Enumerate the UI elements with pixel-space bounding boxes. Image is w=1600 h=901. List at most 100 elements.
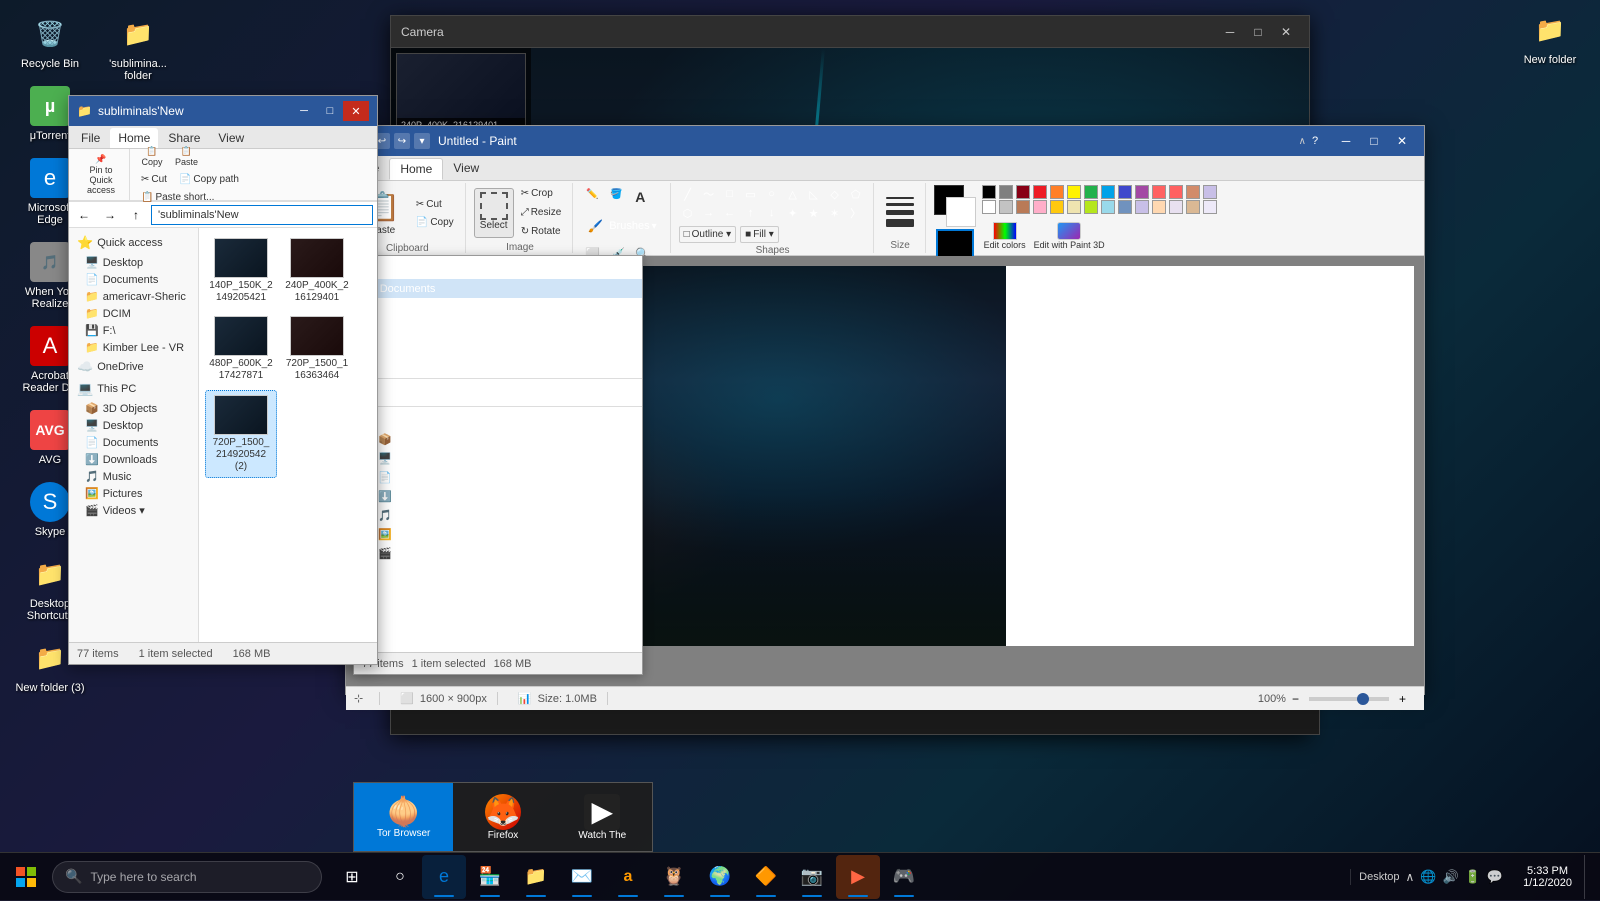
- mini-nav-f[interactable]: 💾 F:\: [354, 336, 642, 355]
- shape-arrow-right[interactable]: →: [700, 204, 718, 222]
- taskbar-mail-btn[interactable]: ✉️: [560, 855, 604, 899]
- file-item-240p[interactable]: 240P_400K_216129401: [281, 234, 353, 308]
- shape-hexagon[interactable]: ⬡: [679, 204, 697, 222]
- paint-maximize-button[interactable]: □: [1360, 131, 1388, 151]
- swatch-22[interactable]: [1118, 200, 1132, 214]
- taskbar-clock[interactable]: 5:33 PM 1/12/2020: [1515, 865, 1580, 889]
- text-button[interactable]: A: [629, 185, 651, 209]
- shape-diamond[interactable]: ◇: [826, 185, 844, 203]
- shape-star5[interactable]: ★: [805, 204, 823, 222]
- zoom-slider[interactable]: [1309, 697, 1389, 701]
- swatch-3[interactable]: [1033, 185, 1047, 199]
- mini-nav-americavr[interactable]: 📁 americavr-Sheric: [354, 298, 642, 317]
- explorer-menu-file[interactable]: File: [73, 128, 108, 148]
- outline-button[interactable]: □ Outline ▾: [679, 226, 737, 243]
- size-line-2[interactable]: [886, 203, 914, 206]
- zoom-in-button[interactable]: +: [1399, 692, 1406, 706]
- show-desktop-button[interactable]: [1584, 855, 1592, 899]
- forward-button[interactable]: →: [99, 205, 121, 225]
- swatch-4[interactable]: [1050, 185, 1064, 199]
- mini-nav-desktop2[interactable]: 🖥️ Desktop: [354, 449, 642, 468]
- swatch-1[interactable]: [999, 185, 1013, 199]
- explorer-close-button[interactable]: ✕: [343, 101, 369, 121]
- cut-button[interactable]: ✂ Cut: [411, 196, 459, 213]
- mini-nav-documents[interactable]: 📄 Documents: [354, 279, 642, 298]
- exp-cut-button[interactable]: ✂ Cut: [136, 171, 172, 188]
- nav-desktop2[interactable]: 🖥️ Desktop: [69, 417, 198, 434]
- taskbar-tripadvisor-btn[interactable]: 🦉: [652, 855, 696, 899]
- file-item-720p-2[interactable]: 720P_1500_214920542 (2): [205, 390, 277, 478]
- select-button[interactable]: Select: [474, 188, 514, 238]
- taskbar-media-btn[interactable]: ▶: [836, 855, 880, 899]
- shape-star6[interactable]: ✶: [826, 204, 844, 222]
- tray-watch[interactable]: ▶ Watch The: [553, 783, 652, 851]
- brushes-button[interactable]: 🖌️ Brushes ▾: [581, 211, 663, 241]
- swatch-2[interactable]: [1016, 185, 1030, 199]
- mini-nav-dcim[interactable]: 📁 DCIM: [354, 317, 642, 336]
- nav-dcim[interactable]: 📁 DCIM: [69, 305, 198, 322]
- shape-rect[interactable]: □: [721, 185, 739, 203]
- mini-thumb-240p[interactable]: 240P_400K_216129401: [396, 53, 526, 133]
- shape-rtriangle[interactable]: ◺: [805, 185, 823, 203]
- nav-onedrive[interactable]: ☁️ OneDrive: [69, 356, 198, 378]
- copy-button[interactable]: 📄 Copy: [411, 214, 459, 231]
- color1-preview[interactable]: [936, 229, 974, 259]
- chevron-up-icon[interactable]: ∧: [1406, 870, 1415, 884]
- tray-tor-browser[interactable]: 🧅 Tor Browser: [354, 783, 453, 851]
- swatch-6[interactable]: [1084, 185, 1098, 199]
- swatch-24[interactable]: [1152, 200, 1166, 214]
- zoom-out-button[interactable]: −: [1292, 692, 1299, 706]
- back-button[interactable]: ←: [73, 205, 95, 225]
- camera-close-button[interactable]: ✕: [1273, 22, 1299, 42]
- shape-roundrect[interactable]: ▭: [742, 185, 760, 203]
- swatch-16[interactable]: [1016, 200, 1030, 214]
- nav-documents2[interactable]: 📄 Documents: [69, 434, 198, 451]
- swatch-5[interactable]: [1067, 185, 1081, 199]
- explorer-maximize-button[interactable]: □: [317, 101, 343, 121]
- nav-desktop[interactable]: 🖥️ Desktop: [69, 254, 198, 271]
- notification-icon[interactable]: 💬: [1487, 869, 1503, 885]
- shape-pentagon[interactable]: ⬠: [847, 185, 865, 203]
- camera-minimize-button[interactable]: ─: [1217, 22, 1243, 42]
- mini-nav-skype[interactable]: 💬 Skype: [354, 260, 642, 279]
- size-line-1[interactable]: [886, 197, 914, 199]
- battery-icon[interactable]: 🔋: [1465, 869, 1481, 885]
- file-item-480p[interactable]: 480P_600K_217427871: [205, 312, 277, 386]
- nav-this-pc[interactable]: 💻 This PC: [69, 378, 198, 400]
- size-line-3[interactable]: [886, 210, 914, 215]
- mini-nav-pictures[interactable]: 🖼️ Pictures: [354, 525, 642, 544]
- nav-documents[interactable]: 📄 Documents: [69, 271, 198, 288]
- mini-nav-documents2[interactable]: 📄 Documents: [354, 468, 642, 487]
- shape-line[interactable]: ╱: [679, 185, 697, 203]
- paint-help-button[interactable]: ?: [1306, 132, 1324, 150]
- nav-americavr[interactable]: 📁 americavr-Sheric: [69, 288, 198, 305]
- paint-close-button[interactable]: ✕: [1388, 131, 1416, 151]
- mini-nav-music[interactable]: 🎵 Music: [354, 506, 642, 525]
- swatch-18[interactable]: [1050, 200, 1064, 214]
- swatch-25[interactable]: [1169, 200, 1183, 214]
- paint-menu-home[interactable]: Home: [389, 158, 443, 180]
- swatch-17[interactable]: [1033, 200, 1047, 214]
- swatch-21[interactable]: [1101, 200, 1115, 214]
- taskbar-cortana[interactable]: ○: [378, 855, 422, 899]
- mini-nav-kimber[interactable]: 📁 Kimber Lee - VR: [354, 355, 642, 374]
- edit-paint3d-button[interactable]: Edit with Paint 3D: [1032, 220, 1107, 252]
- swatch-8[interactable]: [1118, 185, 1132, 199]
- swatch-15[interactable]: [999, 200, 1013, 214]
- nav-downloads[interactable]: ⬇️ Downloads: [69, 451, 198, 468]
- shape-triangle[interactable]: △: [784, 185, 802, 203]
- size-line-4[interactable]: [886, 219, 914, 227]
- taskbar-browser-btn[interactable]: 🌍: [698, 855, 742, 899]
- swatch-9[interactable]: [1135, 185, 1149, 199]
- swatch-20[interactable]: [1084, 200, 1098, 214]
- taskbar-app2-btn[interactable]: 🎮: [882, 855, 926, 899]
- mini-nav-this-pc[interactable]: 💻 This PC: [354, 411, 642, 430]
- mini-nav-3dobjects[interactable]: 📦 3D Objects: [354, 430, 642, 449]
- address-bar[interactable]: 'subliminals'New: [151, 205, 373, 225]
- desktop-icon-new-folder-topright[interactable]: 📁 New folder: [1510, 10, 1590, 66]
- swatch-27[interactable]: [1203, 200, 1217, 214]
- edit-colors-button[interactable]: Edit colors: [982, 220, 1028, 252]
- file-item-140p[interactable]: 140P_150K_2149205421: [205, 234, 277, 308]
- paint-minimize-button[interactable]: ─: [1332, 131, 1360, 151]
- up-button[interactable]: ↑: [125, 205, 147, 225]
